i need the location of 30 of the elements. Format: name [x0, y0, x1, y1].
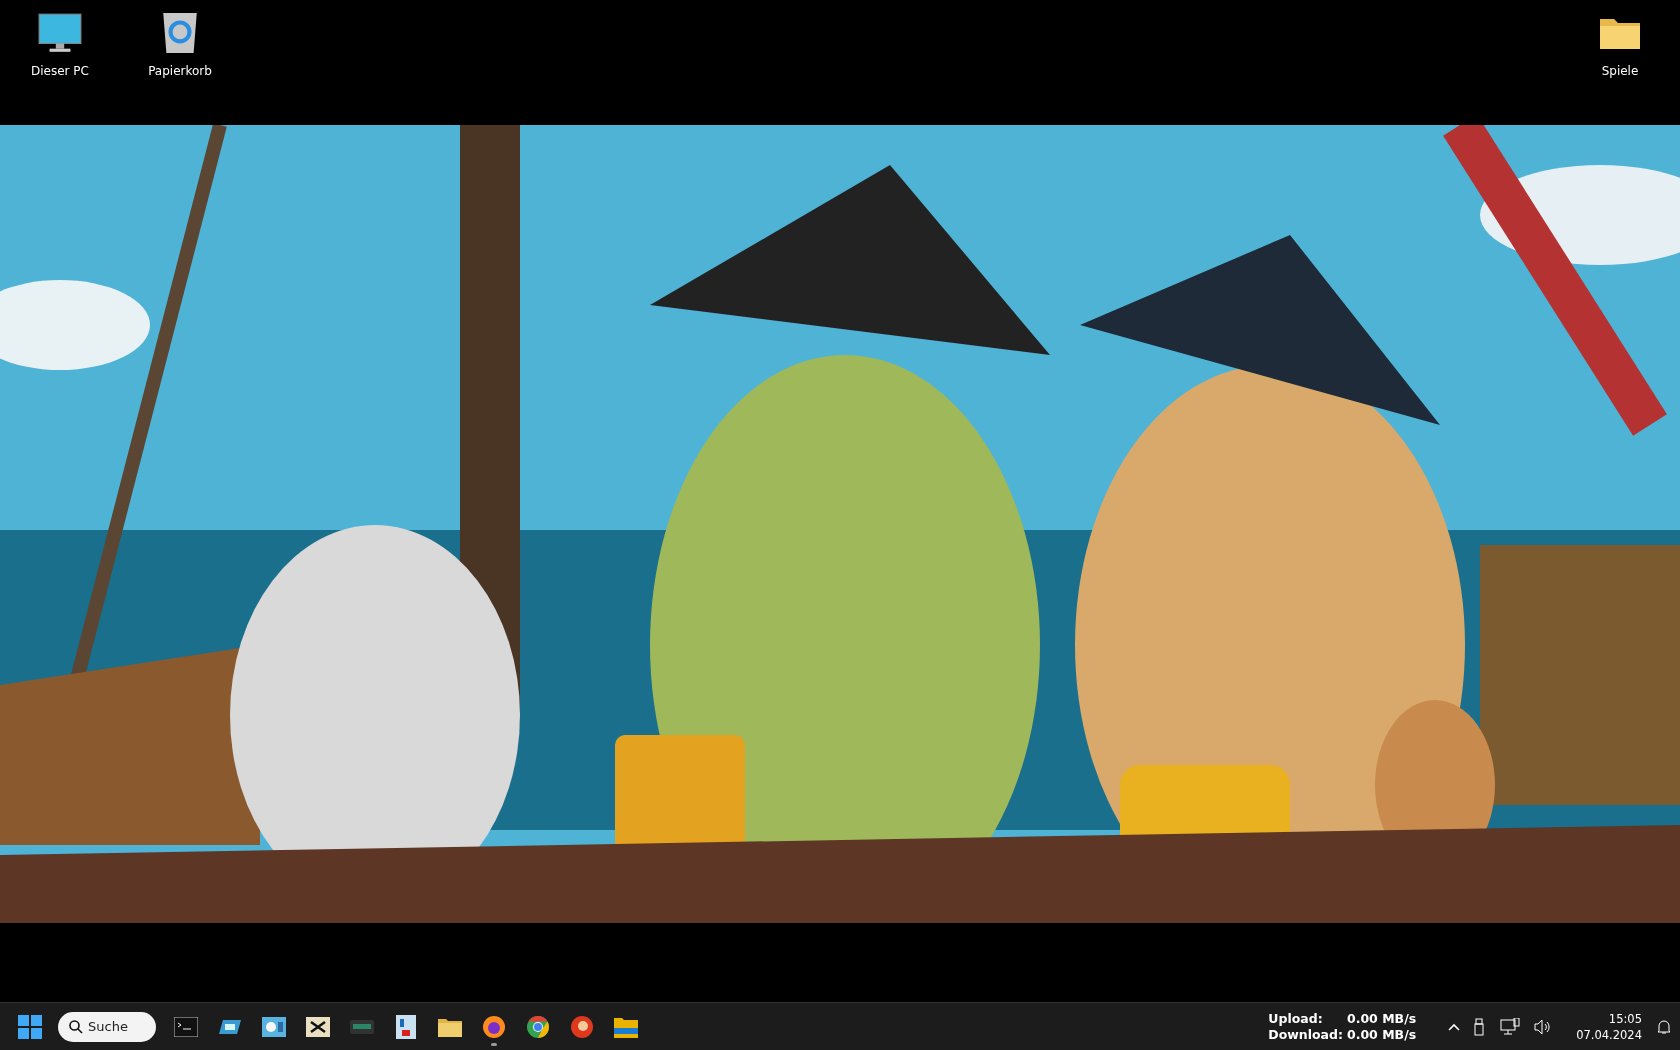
chevron-up-icon[interactable]	[1448, 1022, 1461, 1031]
browser-icon	[482, 1014, 506, 1039]
search-icon	[69, 1019, 83, 1034]
recycle-bin-icon	[161, 11, 199, 55]
clock[interactable]: 15:05 07.04.2024	[1576, 1010, 1642, 1043]
upload-label: Upload:	[1268, 1010, 1324, 1027]
icon-label[interactable]: Spiele	[1601, 64, 1639, 78]
bell-icon[interactable]	[1656, 1018, 1672, 1035]
usb-icon[interactable]	[1474, 1017, 1487, 1036]
network-icon[interactable]	[1500, 1017, 1521, 1036]
download-label: Download:	[1268, 1026, 1343, 1043]
hex-editor-icon	[306, 1016, 330, 1037]
volume-icon[interactable]	[1534, 1018, 1553, 1035]
file-explorer-icon	[614, 1015, 638, 1038]
browser-icon	[526, 1014, 550, 1039]
drive-icon	[219, 1017, 241, 1036]
date-text: 07.04.2024	[1576, 1026, 1642, 1043]
icon-label[interactable]: Dieser PC	[31, 64, 89, 78]
upload-value: 0.00 MB/s	[1346, 1010, 1417, 1027]
monitor-icon	[262, 1016, 286, 1037]
folder-icon	[438, 1016, 462, 1037]
time-text: 15:05	[1608, 1010, 1642, 1027]
ssd-icon	[350, 1019, 374, 1034]
icon-label[interactable]: Papierkorb	[148, 64, 212, 78]
id-card-icon	[396, 1014, 416, 1039]
monitor-icon	[37, 12, 83, 54]
download-value: 0.00 MB/s	[1346, 1026, 1417, 1043]
app-icon	[570, 1014, 594, 1039]
terminal-icon	[174, 1016, 198, 1037]
search-field[interactable]: Suche	[58, 1011, 156, 1042]
